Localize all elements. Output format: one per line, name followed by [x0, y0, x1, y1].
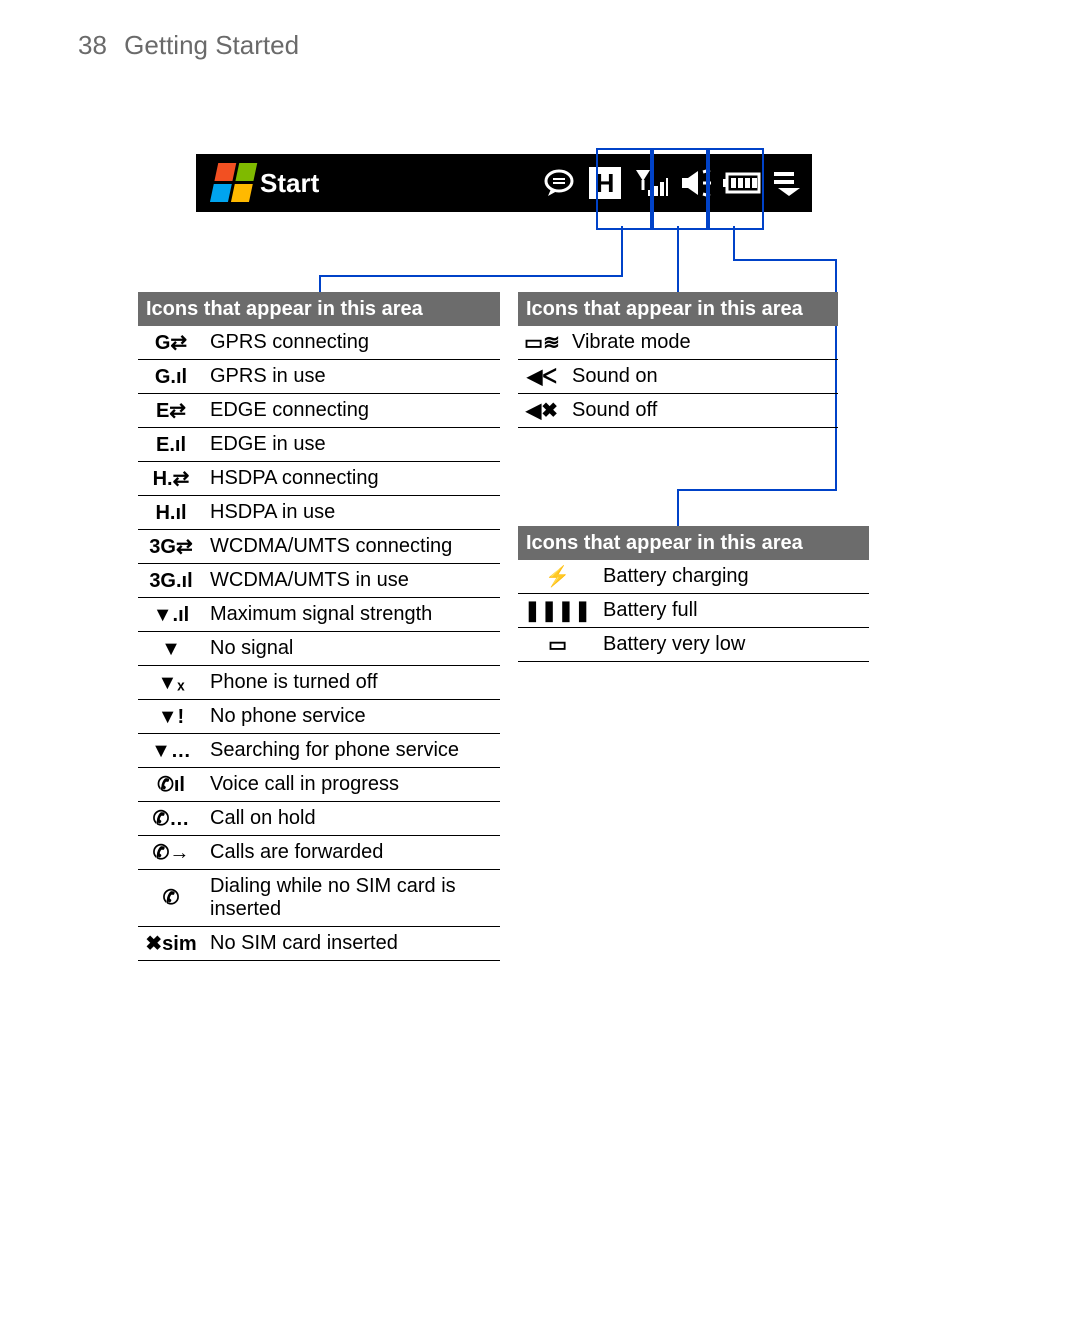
battery-item-icon: ▭ — [518, 628, 597, 662]
highlight-sound — [652, 148, 708, 230]
signal-item-icon: E⇄ — [138, 394, 204, 428]
table-row: ✆→Calls are forwarded — [138, 836, 500, 870]
start-label: Start — [260, 168, 319, 199]
signal-item-icon: ▼… — [138, 734, 204, 768]
table-row: 3G⇄WCDMA/UMTS connecting — [138, 530, 500, 564]
page-header: 38 Getting Started — [78, 30, 299, 61]
signal-icons-table: Icons that appear in this area G⇄GPRS co… — [138, 292, 500, 961]
signal-item-label: Searching for phone service — [204, 734, 500, 768]
sound-item-icon: ◀✖ — [518, 394, 566, 428]
table-row: ▭≋Vibrate mode — [518, 326, 838, 360]
signal-item-icon: G.ıl — [138, 360, 204, 394]
table-row: ▼ₓPhone is turned off — [138, 666, 500, 700]
signal-item-label: Calls are forwarded — [204, 836, 500, 870]
signal-item-label: No signal — [204, 632, 500, 666]
battery-item-label: Battery full — [597, 594, 869, 628]
table-row: ▼.ılMaximum signal strength — [138, 598, 500, 632]
signal-item-label: No phone service — [204, 700, 500, 734]
page-number: 38 — [78, 30, 107, 60]
table-row: ▼!No phone service — [138, 700, 500, 734]
battery-item-label: Battery charging — [597, 560, 869, 594]
table-row: ▼No signal — [138, 632, 500, 666]
table-row: ◀ᐸSound on — [518, 360, 838, 394]
signal-item-icon: H.⇄ — [138, 462, 204, 496]
signal-item-icon: ▼.ıl — [138, 598, 204, 632]
signal-table-title: Icons that appear in this area — [138, 292, 500, 326]
signal-item-icon: ▼ — [138, 632, 204, 666]
battery-item-label: Battery very low — [597, 628, 869, 662]
table-row: ⚡Battery charging — [518, 560, 869, 594]
signal-item-icon: 3G⇄ — [138, 530, 204, 564]
table-row: E.ılEDGE in use — [138, 428, 500, 462]
signal-item-icon: G⇄ — [138, 326, 204, 360]
signal-item-icon: ✆… — [138, 802, 204, 836]
sound-table-title: Icons that appear in this area — [518, 292, 838, 326]
sound-item-label: Sound off — [566, 394, 838, 428]
table-row: ▭Battery very low — [518, 628, 869, 662]
signal-item-label: Voice call in progress — [204, 768, 500, 802]
sound-icons-table: Icons that appear in this area ▭≋Vibrate… — [518, 292, 838, 428]
signal-item-icon: ✆→ — [138, 836, 204, 870]
table-row: ✆ılVoice call in progress — [138, 768, 500, 802]
highlight-battery — [708, 148, 764, 230]
sound-item-icon: ▭≋ — [518, 326, 566, 360]
table-row: ▼…Searching for phone service — [138, 734, 500, 768]
table-row: H.ılHSDPA in use — [138, 496, 500, 530]
signal-item-icon: ✆ — [138, 870, 204, 927]
table-row: G⇄GPRS connecting — [138, 326, 500, 360]
signal-item-label: Call on hold — [204, 802, 500, 836]
highlight-signal — [596, 148, 652, 230]
signal-item-label: HSDPA connecting — [204, 462, 500, 496]
battery-item-icon: ❚❚❚❚ — [518, 594, 597, 628]
battery-item-icon: ⚡ — [518, 560, 597, 594]
chat-icon — [536, 163, 582, 203]
menu-icon — [766, 163, 812, 203]
signal-item-label: EDGE connecting — [204, 394, 500, 428]
signal-item-icon: ✆ıl — [138, 768, 204, 802]
signal-item-icon: E.ıl — [138, 428, 204, 462]
table-row: ✖simNo SIM card inserted — [138, 927, 500, 961]
battery-icons-table: Icons that appear in this area ⚡Battery … — [518, 526, 869, 662]
signal-item-icon: ▼! — [138, 700, 204, 734]
windows-logo-icon — [210, 163, 259, 203]
signal-item-label: HSDPA in use — [204, 496, 500, 530]
section-title: Getting Started — [124, 30, 299, 60]
signal-item-label: WCDMA/UMTS in use — [204, 564, 500, 598]
signal-item-icon: H.ıl — [138, 496, 204, 530]
table-row: H.⇄HSDPA connecting — [138, 462, 500, 496]
table-row: ✆Dialing while no SIM card is inserted — [138, 870, 500, 927]
table-row: ◀✖Sound off — [518, 394, 838, 428]
signal-item-icon: ✖sim — [138, 927, 204, 961]
table-row: 3G.ılWCDMA/UMTS in use — [138, 564, 500, 598]
table-row: E⇄EDGE connecting — [138, 394, 500, 428]
signal-item-label: Dialing while no SIM card is inserted — [204, 870, 500, 927]
signal-item-label: Maximum signal strength — [204, 598, 500, 632]
signal-item-label: GPRS connecting — [204, 326, 500, 360]
signal-item-label: GPRS in use — [204, 360, 500, 394]
table-row: ✆…Call on hold — [138, 802, 500, 836]
signal-item-icon: ▼ₓ — [138, 666, 204, 700]
signal-item-label: EDGE in use — [204, 428, 500, 462]
table-row: G.ılGPRS in use — [138, 360, 500, 394]
signal-item-label: Phone is turned off — [204, 666, 500, 700]
signal-item-icon: 3G.ıl — [138, 564, 204, 598]
battery-table-title: Icons that appear in this area — [518, 526, 869, 560]
signal-item-label: No SIM card inserted — [204, 927, 500, 961]
sound-item-label: Vibrate mode — [566, 326, 838, 360]
table-row: ❚❚❚❚Battery full — [518, 594, 869, 628]
sound-item-icon: ◀ᐸ — [518, 360, 566, 394]
signal-item-label: WCDMA/UMTS connecting — [204, 530, 500, 564]
sound-item-label: Sound on — [566, 360, 838, 394]
